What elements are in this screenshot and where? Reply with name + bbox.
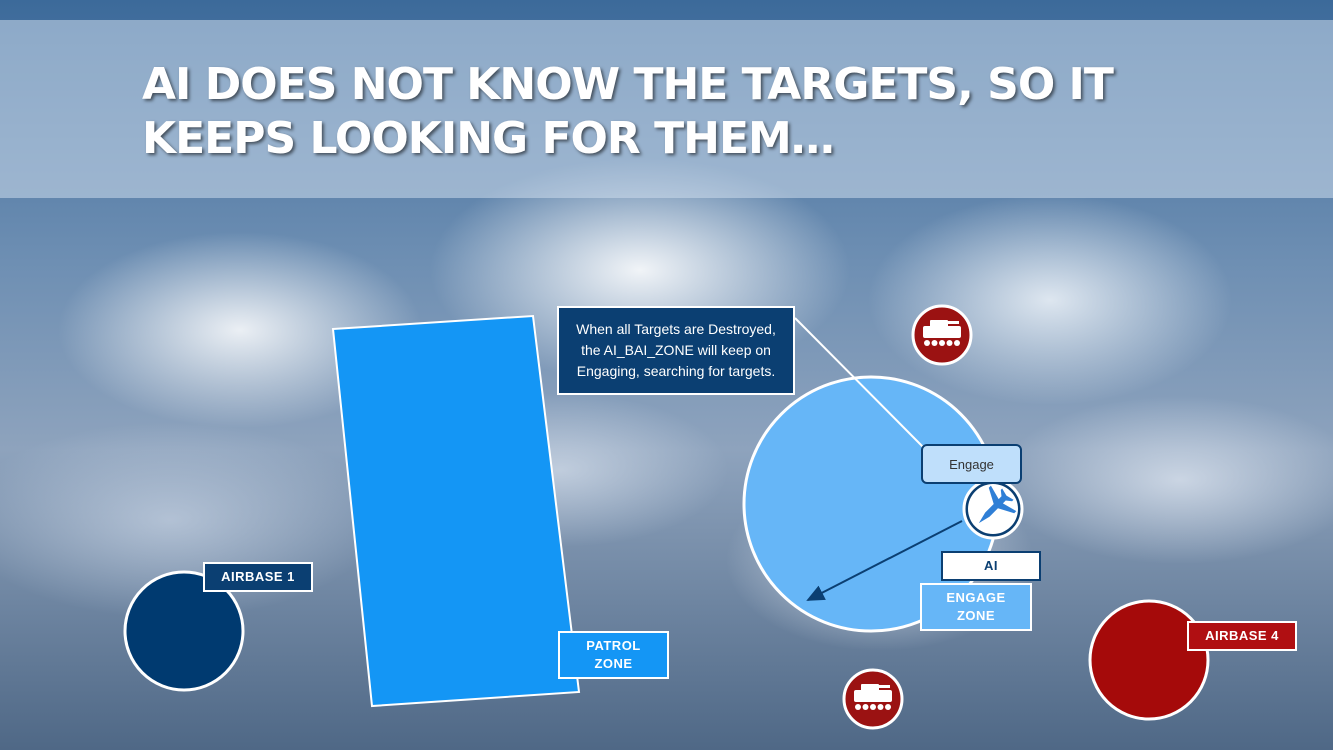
callout-box: When all Targets are Destroyed, the AI_B… [557,306,795,395]
slide: AI DOES NOT KNOW THE TARGETS, SO IT KEEP… [0,0,1333,750]
airbase-4-label: AIRBASE 4 [1187,621,1297,651]
callout-line: When all Targets are Destroyed, [576,321,776,337]
jet-fighter-icon [962,478,1024,540]
ai-label: AI [941,551,1041,581]
patrol-zone-shape [331,314,581,708]
target-armored-vehicle-icon [911,304,973,366]
engage-zone-label: ENGAGE ZONE [920,583,1032,631]
engage-state-label: Engage [921,444,1022,484]
airbase-1-label: AIRBASE 1 [203,562,313,592]
callout-line: the AI_BAI_ZONE will keep on [581,342,771,358]
patrol-zone-label: PATROL ZONE [558,631,669,679]
target-armored-vehicle-icon [842,668,904,730]
callout-line: Engaging, searching for targets. [576,363,776,379]
airbase-4-circle [1088,599,1210,721]
